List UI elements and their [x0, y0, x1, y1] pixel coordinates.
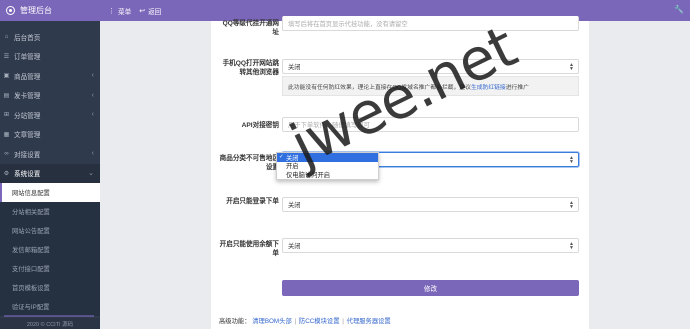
clear-bom-link[interactable]: 清理BOM头部: [252, 318, 292, 325]
submenu-item[interactable]: 网站公告配置: [0, 221, 100, 240]
mobile-qq-redirect-label: 手机QQ打开网站跳转其他浏览器: [222, 60, 279, 76]
anti-cc-link[interactable]: 防CC模块设置: [299, 318, 340, 325]
submenu-item[interactable]: 验证与IP配置: [0, 297, 100, 316]
sidebar-item-label: 订单管理: [14, 54, 41, 62]
dropdown-option[interactable]: ✓ 关闭: [277, 153, 378, 162]
file-icon: ▦: [3, 131, 10, 138]
advanced-links: 高级功能： 清理BOM头部 | 防CC模块设置 | 代理服务器设置: [219, 318, 391, 325]
select-arrows-icon: ▲ ▼: [569, 155, 574, 165]
check-icon: ✓: [279, 154, 284, 161]
sidebar-item-label: 商品管理: [14, 73, 41, 81]
qq-level-url-input[interactable]: 填写后将在首页显示代挂功能，没有请留空: [282, 16, 579, 31]
sidebar-item-label: 文章管理: [14, 132, 41, 140]
chevron-icon: ‹: [91, 91, 94, 99]
back-button[interactable]: ↩ 返回: [139, 6, 161, 16]
sidebar: 管理后台 ⌂ 后台首页 ☰ 订单管理 ▣ 商品管理 ‹ ▤ 发卡管理 ‹ ⊞ 分站管理 ‹ ▦ 文章管理 ∞ 对…: [0, 0, 100, 329]
sitemap-icon: ⊞: [3, 112, 10, 119]
menu-icon: ⋮: [108, 7, 115, 15]
sidebar-item-label: 对接设置: [14, 151, 41, 159]
submit-button[interactable]: 修改: [282, 280, 579, 296]
submenu-item[interactable]: 发信邮箱配置: [0, 240, 100, 259]
chevron-icon: ‹: [91, 72, 94, 80]
sidebar-item[interactable]: ⌂ 后台首页: [0, 27, 100, 47]
sidebar-item-label: 发卡管理: [14, 93, 41, 101]
select-arrows-icon: ▲ ▼: [569, 241, 574, 251]
balance-only-label: 开启只能使用余额下单: [219, 241, 279, 257]
logo-icon: [6, 6, 15, 15]
login-only-select[interactable]: 关闭 ▲ ▼: [282, 197, 579, 212]
dropdown-option[interactable]: 开启: [277, 162, 378, 170]
app-title: 管理后台: [20, 6, 52, 15]
chevron-icon: ‹: [91, 111, 94, 119]
sidebar-item[interactable]: ▦ 文章管理: [0, 125, 100, 145]
sidebar-item-label: 后台首页: [14, 34, 41, 42]
qq-level-url-label: QQ等级代挂开通网址: [222, 20, 279, 36]
settings-form: QQ等级代挂开通网址 填写后将在首页显示代挂功能，没有请留空 手机QQ打开网站跳…: [211, 16, 589, 329]
sidebar-item-label: 分站管理: [14, 112, 41, 120]
chevron-icon: ‹: [91, 150, 94, 158]
sidebar-item[interactable]: ▣ 商品管理 ‹: [0, 66, 100, 86]
link-icon: ∞: [4, 150, 9, 157]
submenu-item[interactable]: 分站相关配置: [0, 202, 100, 221]
back-icon: ↩: [139, 7, 146, 15]
dropdown-option[interactable]: 仅电脑访问开启: [277, 170, 378, 179]
sidebar-item[interactable]: ⚙ 系统设置 ⌄: [0, 163, 100, 183]
category-region-label: 商品分类不可售地区设置: [219, 155, 279, 171]
system-settings-submenu: 网站信息配置 分站相关配置 网站公告配置 发信邮箱配置 支付接口配置 首页模板设置 验证与I…: [0, 183, 100, 316]
sidebar-item-label: 系统设置: [14, 171, 41, 179]
sidebar-item[interactable]: ☰ 订单管理: [0, 47, 100, 67]
redirect-hint: 此功能没有任何防红效果，理论上直接在QQ发域名推广都会拦截，建议 生成防红链接 进行…: [282, 76, 579, 96]
brand[interactable]: 管理后台: [0, 0, 100, 21]
submenu-item[interactable]: 网站信息配置: [0, 183, 100, 202]
list-icon: ☰: [3, 53, 10, 60]
wrench-icon[interactable]: 🔧: [674, 5, 684, 14]
login-only-label: 开启只能登录下单: [226, 198, 279, 205]
submenu-item[interactable]: 支付接口配置: [0, 259, 100, 278]
cube-icon: ▣: [3, 73, 10, 80]
select-arrows-icon: ▲ ▼: [569, 200, 574, 210]
balance-only-select[interactable]: 关闭 ▲ ▼: [282, 238, 579, 253]
sidebar-footer: 2020 © CCITI 源码: [0, 318, 100, 329]
category-region-options: ✓ 关闭 开启 仅电脑访问开启: [276, 152, 379, 180]
api-key-label: API对接密钥: [241, 122, 279, 129]
mobile-qq-redirect-select[interactable]: 关闭 ▲ ▼: [282, 59, 579, 74]
card-icon: ▤: [3, 92, 10, 99]
sidebar-item[interactable]: ⊞ 分站管理 ‹: [0, 105, 100, 125]
proxy-server-link[interactable]: 代理服务器设置: [347, 318, 391, 325]
home-icon: ⌂: [4, 33, 9, 40]
select-arrows-icon: ▲ ▼: [569, 62, 574, 72]
sidebar-scrollbar[interactable]: [4, 315, 94, 317]
chevron-icon: ⌄: [88, 170, 94, 178]
api-key-input[interactable]: 用于下单软件，随便填写即可: [282, 117, 579, 132]
gear-icon: ⚙: [3, 170, 10, 177]
anti-red-link[interactable]: 生成防红链接: [471, 82, 506, 91]
menu-button[interactable]: ⋮ 菜单: [108, 6, 131, 16]
submenu-item[interactable]: 首页模板设置: [0, 278, 100, 297]
sidebar-item[interactable]: ▤ 发卡管理 ‹: [0, 86, 100, 106]
sidebar-item[interactable]: ∞ 对接设置 ‹: [0, 144, 100, 164]
